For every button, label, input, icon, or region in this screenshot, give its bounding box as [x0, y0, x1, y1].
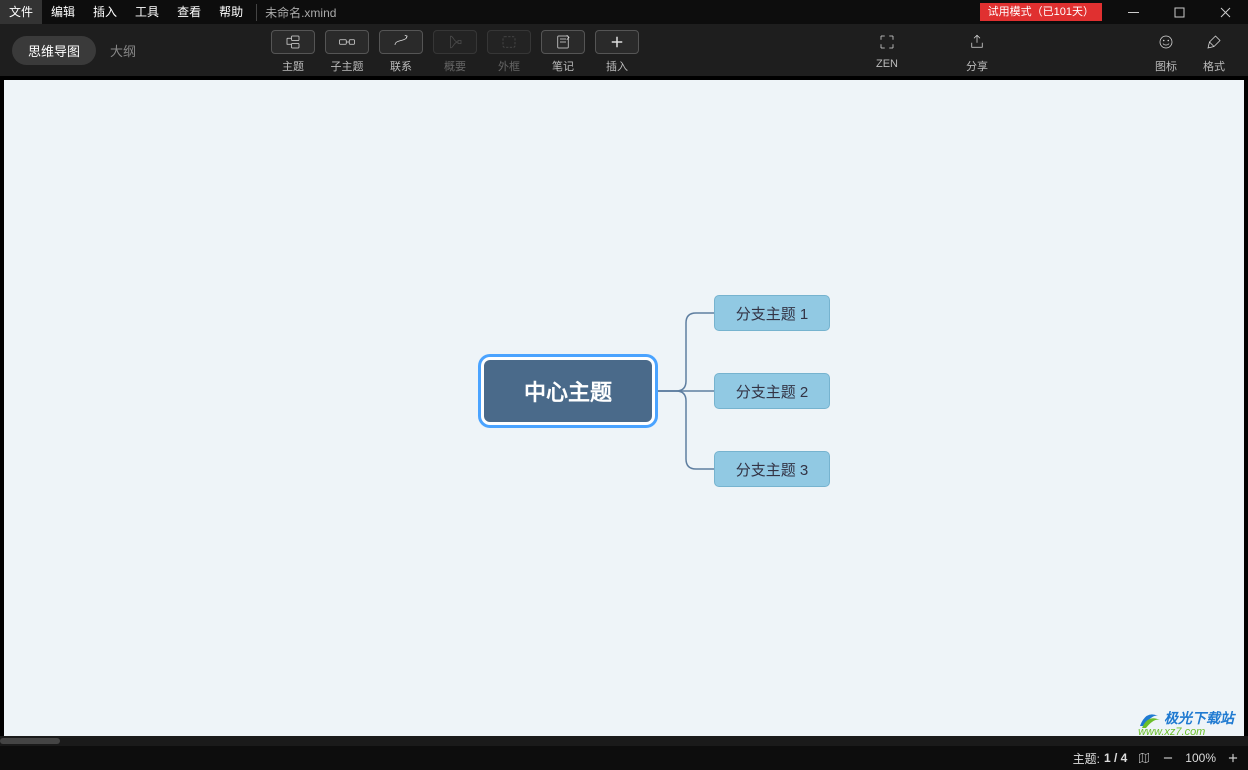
- zoom-level[interactable]: 100%: [1185, 751, 1216, 765]
- zen-icon: [878, 33, 896, 51]
- zen-button[interactable]: ZEN: [860, 28, 914, 70]
- zen-label: ZEN: [876, 58, 898, 70]
- topic-button[interactable]: 主题: [266, 28, 320, 74]
- status-bar: 主题: 1 / 4 100%: [0, 746, 1248, 770]
- boundary-label: 外框: [498, 58, 520, 74]
- toolbar: 思维导图 大纲 主题 子主题 联系 概要 外框 笔记: [0, 24, 1248, 76]
- relation-button[interactable]: 联系: [374, 28, 428, 74]
- window-close-button[interactable]: [1202, 0, 1248, 24]
- close-icon: [1220, 7, 1231, 18]
- window-minimize-button[interactable]: [1110, 0, 1156, 24]
- share-icon: [968, 33, 986, 51]
- status-topic-count: 主题: 1 / 4: [1073, 750, 1128, 767]
- paintbrush-icon: [1205, 33, 1223, 51]
- subtopic-button[interactable]: 子主题: [320, 28, 374, 74]
- mindmap-canvas[interactable]: 中心主题 分支主题 1 分支主题 2 分支主题 3 极光下载站 www.xz7.…: [4, 80, 1244, 742]
- branch-topic-2[interactable]: 分支主题 2: [714, 373, 830, 409]
- view-outline-tab[interactable]: 大纲: [96, 36, 150, 65]
- plus-icon: [1226, 751, 1240, 765]
- icons-panel-label: 图标: [1155, 58, 1177, 74]
- maximize-icon: [1174, 7, 1185, 18]
- subtopic-icon: [338, 33, 356, 51]
- share-button[interactable]: 分享: [950, 28, 1004, 74]
- toolbar-main-group: 主题 子主题 联系 概要 外框 笔记 插入: [266, 24, 644, 76]
- format-panel-button[interactable]: 格式: [1192, 28, 1236, 74]
- menu-view[interactable]: 查看: [168, 0, 210, 24]
- document-title: 未命名.xmind: [256, 4, 336, 21]
- menu-edit[interactable]: 编辑: [42, 0, 84, 24]
- summary-button: 概要: [428, 28, 482, 74]
- plus-icon: [608, 33, 626, 51]
- share-label: 分享: [966, 58, 988, 74]
- horizontal-scrollbar[interactable]: [0, 736, 1248, 746]
- boundary-button: 外框: [482, 28, 536, 74]
- central-topic-text: 中心主题: [524, 375, 612, 407]
- note-button[interactable]: 笔记: [536, 28, 590, 74]
- watermark-swoosh-icon: [1138, 708, 1160, 730]
- watermark: 极光下载站 www.xz7.com: [1138, 708, 1234, 738]
- boundary-icon: [500, 33, 518, 51]
- smiley-icon: [1157, 33, 1175, 51]
- summary-icon: [446, 33, 464, 51]
- menu-tools[interactable]: 工具: [126, 0, 168, 24]
- menu-help[interactable]: 帮助: [210, 0, 252, 24]
- minimize-icon: [1128, 7, 1139, 18]
- relation-icon: [392, 33, 410, 51]
- format-panel-label: 格式: [1203, 58, 1225, 74]
- insert-label: 插入: [606, 58, 628, 74]
- insert-button[interactable]: 插入: [590, 28, 644, 74]
- canvas-container: 中心主题 分支主题 1 分支主题 2 分支主题 3 极光下载站 www.xz7.…: [0, 76, 1248, 746]
- toolbar-right-group: 图标 格式: [1144, 24, 1236, 76]
- watermark-text: 极光下载站: [1164, 710, 1234, 726]
- relation-label: 联系: [390, 58, 412, 74]
- minus-icon: [1161, 751, 1175, 765]
- status-map-overview-button[interactable]: [1137, 751, 1151, 765]
- scrollbar-thumb[interactable]: [0, 738, 60, 744]
- view-mindmap-tab[interactable]: 思维导图: [12, 36, 96, 65]
- menu-insert[interactable]: 插入: [84, 0, 126, 24]
- status-topic-value: 1 / 4: [1104, 751, 1127, 765]
- subtopic-label: 子主题: [331, 58, 364, 74]
- branch-topic-3-text: 分支主题 3: [736, 459, 809, 480]
- branch-topic-2-text: 分支主题 2: [736, 381, 809, 402]
- trial-mode-badge[interactable]: 试用模式（已101天）: [980, 3, 1102, 21]
- zoom-in-button[interactable]: [1226, 751, 1240, 765]
- status-topic-label: 主题:: [1073, 750, 1100, 767]
- topic-label: 主题: [282, 58, 304, 74]
- window-maximize-button[interactable]: [1156, 0, 1202, 24]
- note-icon: [554, 33, 572, 51]
- summary-label: 概要: [444, 58, 466, 74]
- branch-topic-1[interactable]: 分支主题 1: [714, 295, 830, 331]
- branch-topic-3[interactable]: 分支主题 3: [714, 451, 830, 487]
- menu-bar: 文件 编辑 插入 工具 查看 帮助 未命名.xmind 试用模式（已101天）: [0, 0, 1248, 24]
- icons-panel-button[interactable]: 图标: [1144, 28, 1188, 74]
- branch-topic-1-text: 分支主题 1: [736, 303, 809, 324]
- central-topic[interactable]: 中心主题: [484, 360, 652, 422]
- note-label: 笔记: [552, 58, 574, 74]
- topic-icon: [284, 33, 302, 51]
- zoom-out-button[interactable]: [1161, 751, 1175, 765]
- menu-file[interactable]: 文件: [0, 0, 42, 24]
- view-switch: 思维导图 大纲: [12, 32, 150, 68]
- toolbar-zen-share-group: ZEN 分享: [860, 24, 1004, 76]
- map-overview-icon: [1137, 751, 1151, 765]
